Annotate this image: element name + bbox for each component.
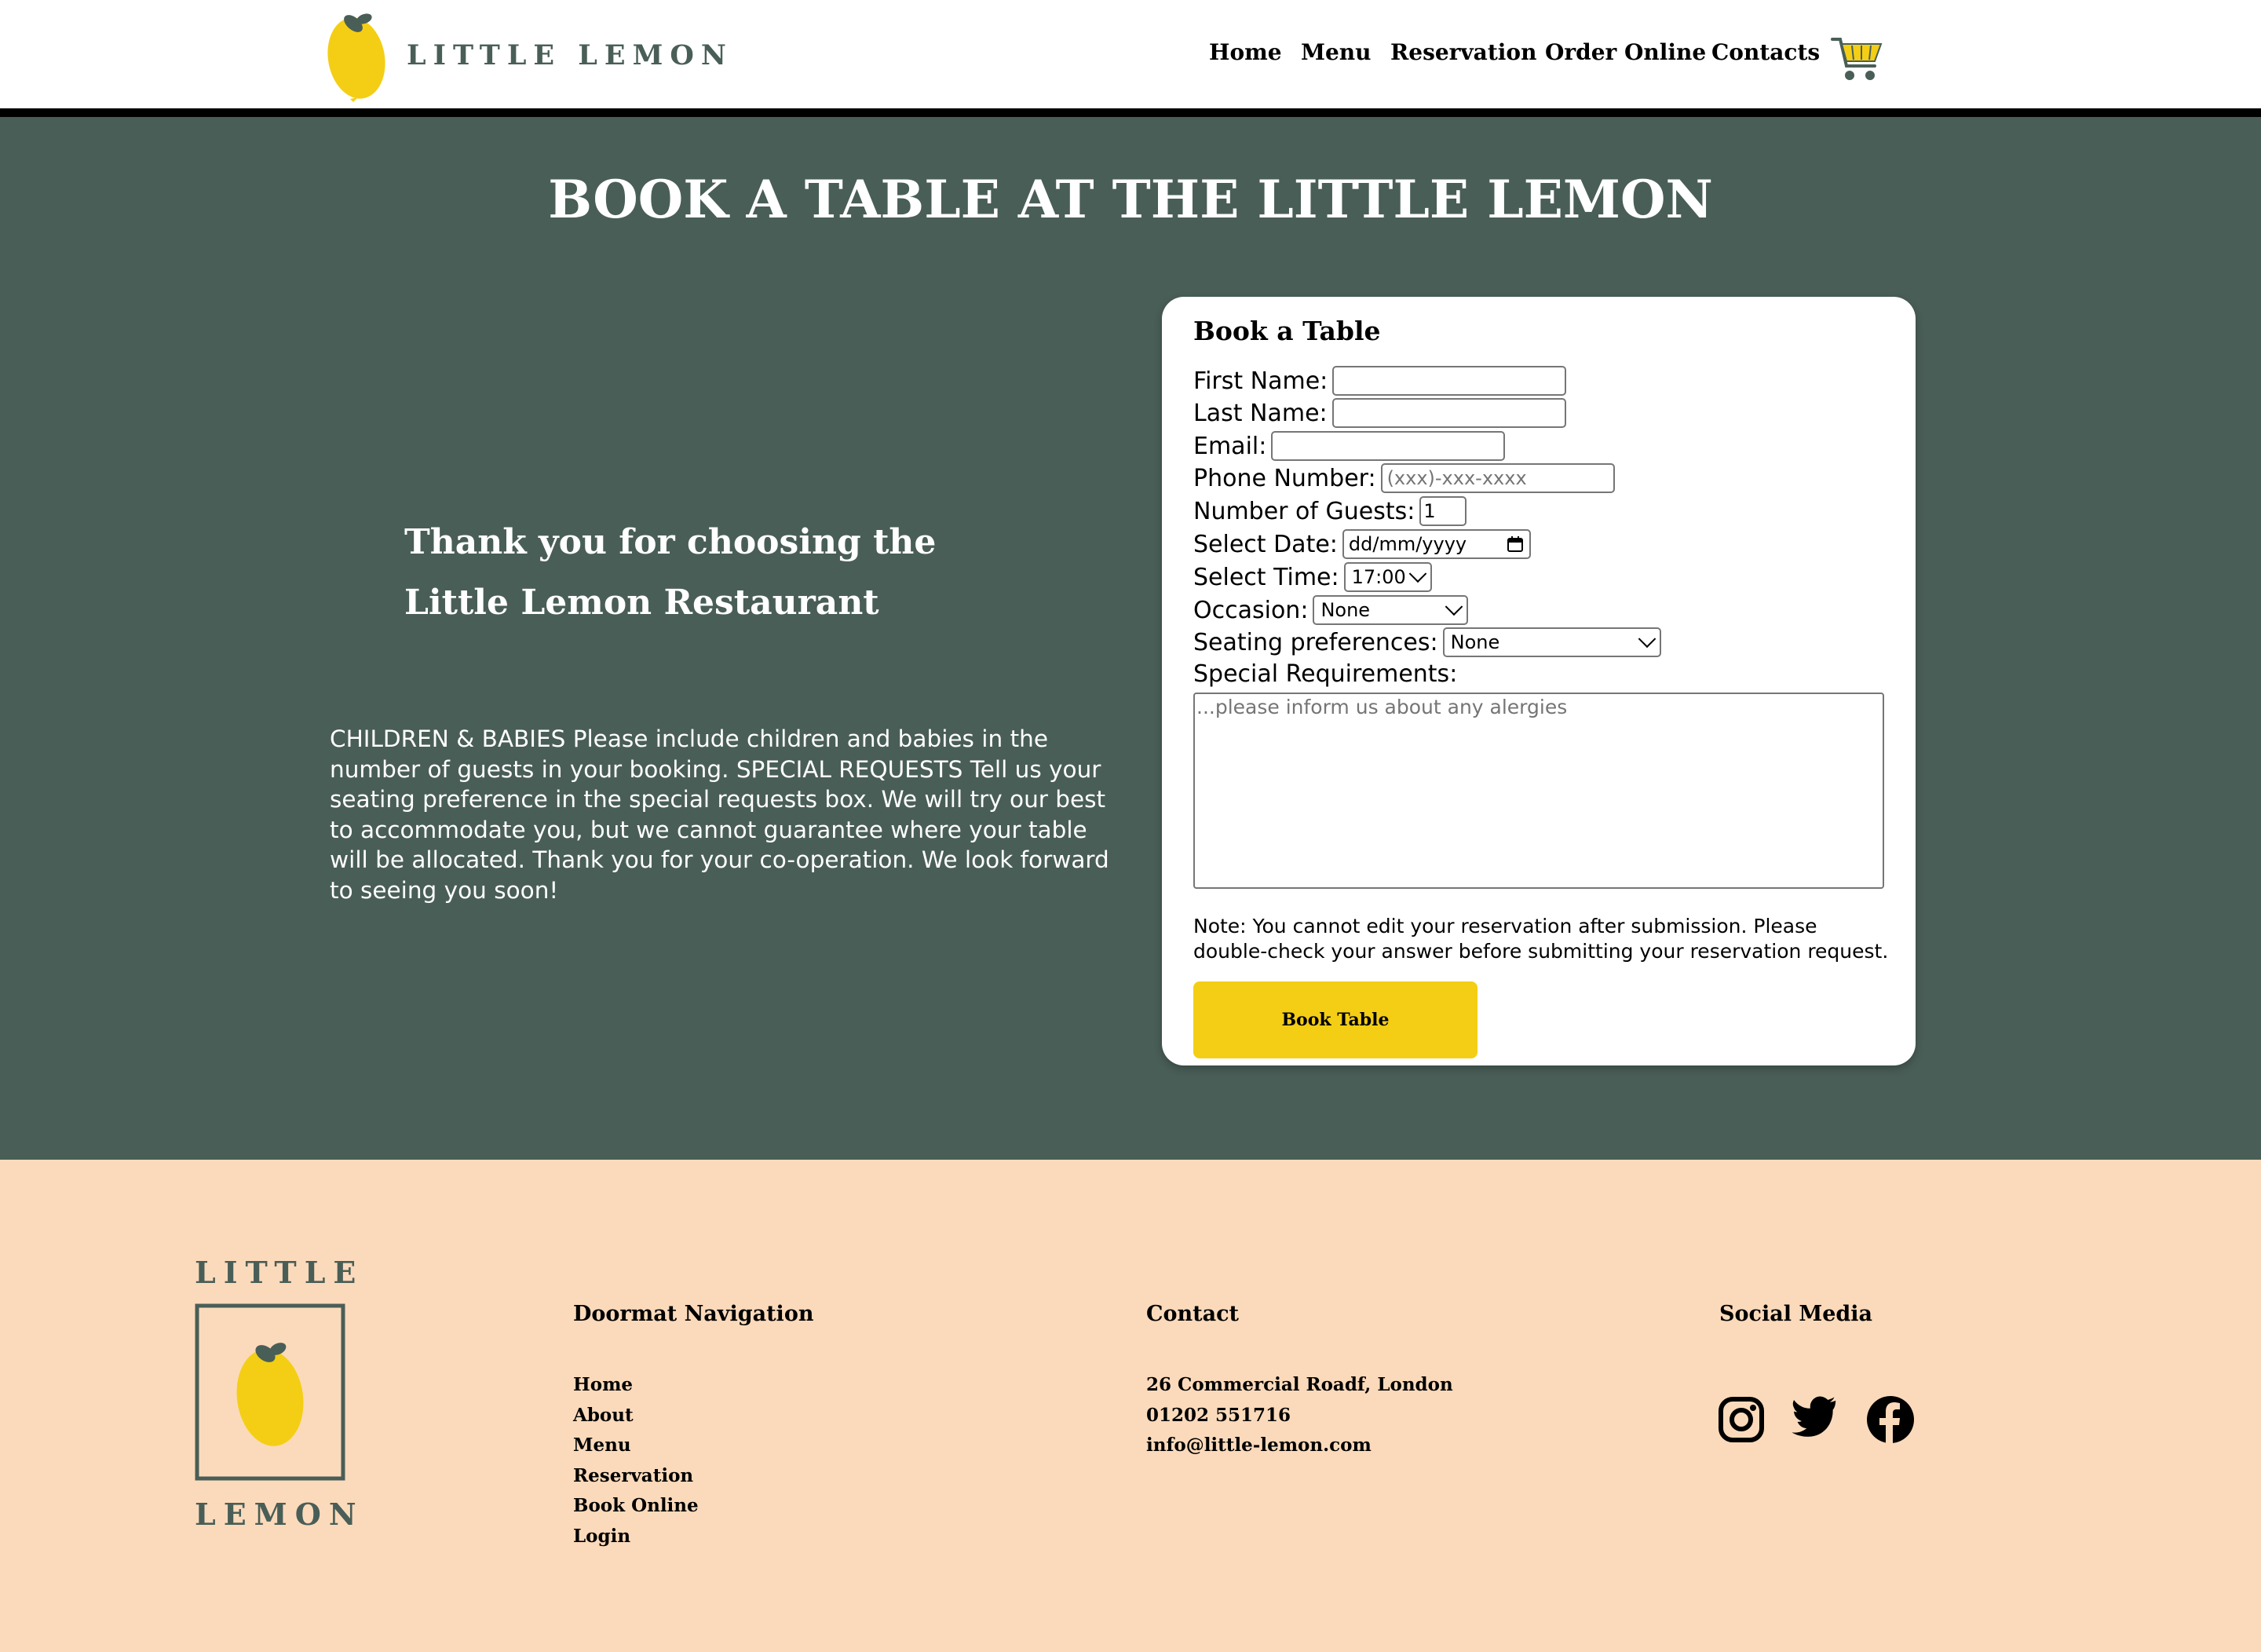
social-heading: Social Media — [1719, 1302, 1873, 1326]
first-name-input[interactable] — [1332, 366, 1567, 396]
footer-link-login[interactable]: Login — [573, 1526, 630, 1547]
footer-lemon-logo-icon — [195, 1303, 345, 1481]
cart-icon[interactable] — [1831, 35, 1883, 85]
time-row: Select Time: 17:00 — [1193, 561, 1432, 593]
contact-heading: Contact — [1146, 1302, 1240, 1326]
footer-link-book-online[interactable]: Book Online — [573, 1495, 699, 1516]
time-select[interactable]: 17:00 — [1343, 562, 1432, 592]
date-input[interactable]: dd/mm/yyyy — [1342, 529, 1531, 559]
occasion-row: Occasion: None — [1193, 594, 1469, 626]
footer-logo-text-bottom: LEMON — [195, 1497, 364, 1532]
page-title: BOOK A TABLE AT THE LITTLE LEMON — [548, 169, 1713, 230]
contact-email[interactable]: info@little-lemon.com — [1146, 1435, 1372, 1456]
seating-label: Seating preferences: — [1193, 628, 1438, 656]
thank-you-heading: Thank you for choosing the Little Lemon … — [404, 522, 937, 623]
special-row: Special Requirements: — [1193, 658, 1462, 689]
last-name-input[interactable] — [1331, 398, 1566, 428]
chevron-down-icon — [1445, 598, 1463, 616]
submission-note: Note: You cannot edit your reservation a… — [1193, 915, 1889, 963]
footer-link-reservation[interactable]: Reservation — [573, 1465, 693, 1486]
twitter-icon[interactable] — [1792, 1396, 1839, 1443]
booking-form-card: Book a Table First Name: Last Name: Emai… — [1162, 297, 1916, 1065]
book-table-button[interactable]: Book Table — [1193, 981, 1478, 1058]
footer-logo-text-top: LITTLE — [195, 1255, 364, 1290]
date-value: dd/mm/yyyy — [1348, 533, 1467, 555]
guests-input[interactable] — [1419, 496, 1467, 526]
first-name-row: First Name: — [1193, 365, 1567, 397]
contact-address: 26 Commercial Roadf, London — [1146, 1374, 1453, 1395]
seating-value: None — [1450, 631, 1500, 653]
facebook-icon[interactable] — [1867, 1396, 1914, 1443]
guests-label: Number of Guests: — [1193, 497, 1415, 525]
booking-section — [0, 117, 2261, 1160]
seating-select[interactable]: None — [1442, 627, 1661, 657]
email-row: Email: — [1193, 430, 1506, 462]
occasion-label: Occasion: — [1193, 596, 1309, 624]
email-label: Email: — [1193, 432, 1267, 460]
special-label: Special Requirements: — [1193, 660, 1458, 688]
chevron-down-icon — [1638, 630, 1656, 649]
form-title: Book a Table — [1193, 316, 1381, 346]
nav-order-online[interactable]: Order Online — [1545, 39, 1706, 65]
time-label: Select Time: — [1193, 563, 1339, 591]
phone-label: Phone Number: — [1193, 464, 1376, 492]
phone-row: Phone Number: — [1193, 462, 1615, 494]
occasion-value: None — [1320, 599, 1371, 621]
nav-reservation[interactable]: Reservation — [1390, 39, 1536, 65]
header-divider — [0, 108, 2261, 117]
site-header: LITTLE LEMON Home Menu Reservation Order… — [0, 0, 2261, 108]
footer-link-about[interactable]: About — [573, 1405, 634, 1426]
occasion-select[interactable]: None — [1313, 595, 1469, 625]
footer-link-home[interactable]: Home — [573, 1374, 633, 1395]
chevron-down-icon — [1408, 565, 1426, 583]
date-row: Select Date: dd/mm/yyyy — [1193, 528, 1531, 560]
guests-row: Number of Guests: — [1193, 495, 1467, 527]
time-value: 17:00 — [1351, 566, 1406, 588]
logo-text: LITTLE LEMON — [407, 39, 733, 71]
seating-row: Seating preferences: None — [1193, 627, 1661, 658]
instagram-icon[interactable] — [1718, 1396, 1765, 1443]
first-name-label: First Name: — [1193, 367, 1328, 395]
last-name-row: Last Name: — [1193, 397, 1566, 429]
booking-info-text: CHILDREN & BABIES Please include childre… — [330, 725, 1109, 904]
footer-link-menu[interactable]: Menu — [573, 1435, 631, 1456]
calendar-icon[interactable] — [1506, 535, 1525, 554]
nav-contacts[interactable]: Contacts — [1711, 39, 1820, 65]
lemon-logo-icon[interactable] — [327, 5, 389, 104]
last-name-label: Last Name: — [1193, 399, 1328, 427]
nav-menu[interactable]: Menu — [1301, 39, 1372, 65]
date-label: Select Date: — [1193, 530, 1338, 558]
email-input[interactable] — [1271, 431, 1506, 461]
contact-phone[interactable]: 01202 551716 — [1146, 1405, 1291, 1426]
doormat-heading: Doormat Navigation — [573, 1302, 814, 1326]
nav-home[interactable]: Home — [1209, 39, 1282, 65]
special-requirements-textarea[interactable] — [1193, 693, 1884, 889]
phone-input[interactable] — [1380, 463, 1615, 493]
